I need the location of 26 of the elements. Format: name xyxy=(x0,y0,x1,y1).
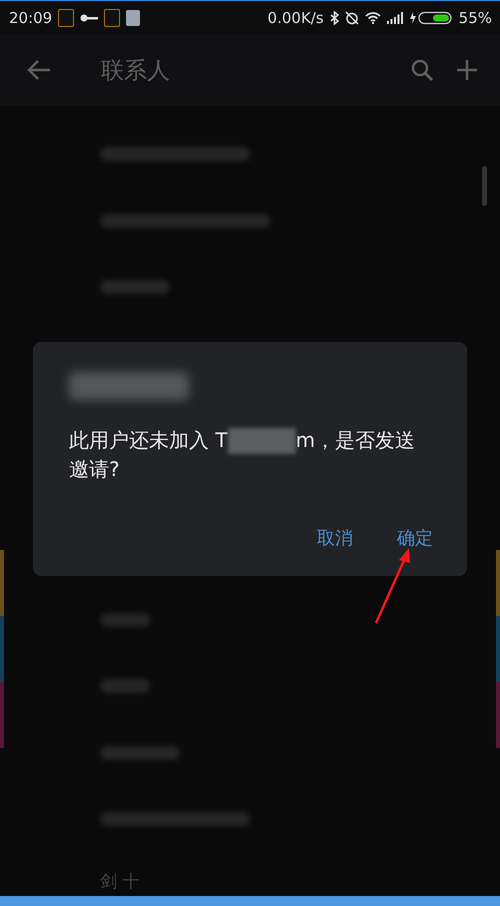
alarm-off-icon xyxy=(344,10,359,24)
dialog-message: 邀请? xyxy=(69,456,120,483)
search-icon[interactable] xyxy=(410,58,434,82)
key-icon xyxy=(80,14,98,22)
notification-icon xyxy=(104,8,120,26)
blurred-app-name xyxy=(228,428,296,454)
signal-icon xyxy=(386,12,403,24)
notification-icon xyxy=(58,8,74,26)
dialog-message: m，是否发送 xyxy=(296,427,416,454)
blurred-contact-name xyxy=(100,612,150,627)
scrollbar xyxy=(482,166,487,206)
blurred-contact-name xyxy=(100,679,150,694)
confirm-button[interactable]: 确定 xyxy=(397,524,433,552)
notification-icon xyxy=(126,10,140,26)
battery-charging-icon xyxy=(408,10,453,24)
network-speed: 0.00K/s xyxy=(268,8,324,26)
blurred-contact-name xyxy=(100,280,170,294)
clock: 20:09 xyxy=(9,8,52,26)
back-arrow-icon[interactable] xyxy=(27,59,51,81)
dialog-message: 此用户还未加入 T xyxy=(69,427,228,454)
cancel-button[interactable]: 取消 xyxy=(317,524,353,552)
screen-title: 联系人 xyxy=(101,56,170,86)
battery-percentage: 55% xyxy=(458,8,492,26)
wifi-icon xyxy=(364,11,381,24)
add-icon[interactable] xyxy=(456,59,478,81)
bluetooth-icon xyxy=(330,10,339,24)
